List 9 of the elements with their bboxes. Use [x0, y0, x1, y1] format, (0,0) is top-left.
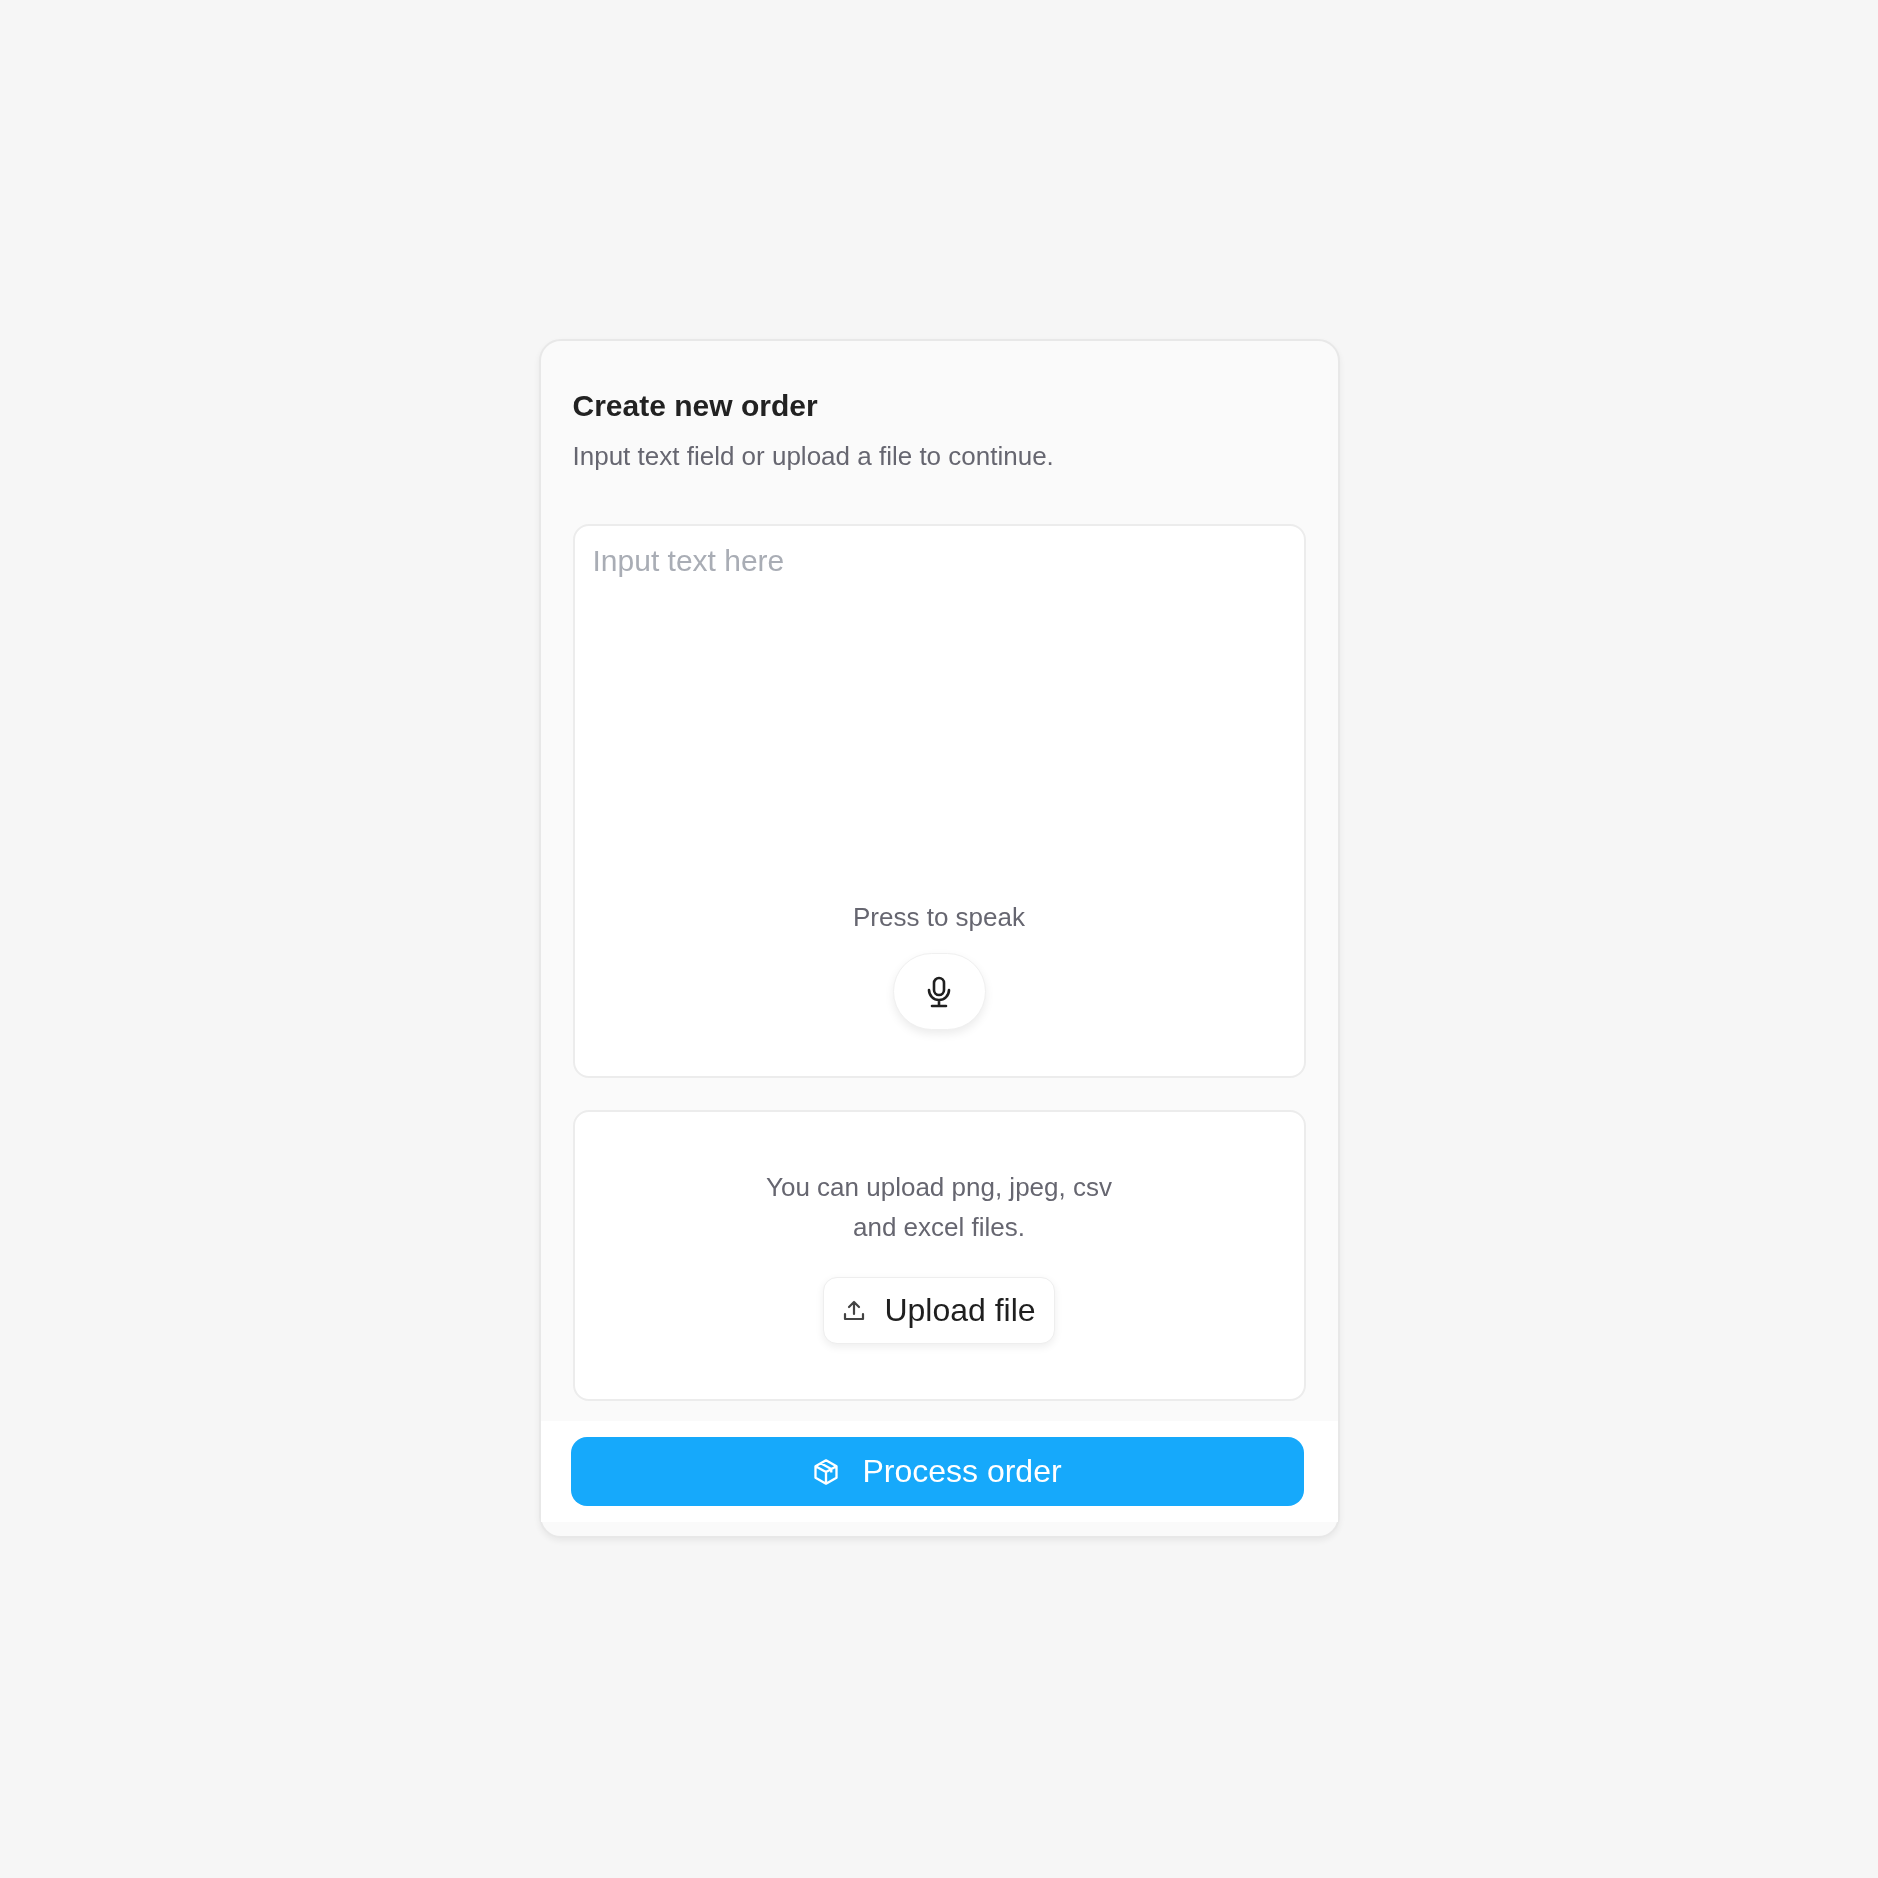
- box-icon: [812, 1457, 841, 1486]
- upload-hint: You can upload png, jpeg, csv and excel files.: [765, 1171, 1113, 1244]
- card-subtitle: Input text field or upload a file to continue.: [572, 441, 1054, 472]
- upload-file-button[interactable]: Upload file: [823, 1277, 1055, 1344]
- text-input-field[interactable]: Input text here: [574, 526, 1304, 902]
- microphone-icon: [926, 975, 952, 1008]
- speak-label: Press to speak: [853, 902, 1025, 933]
- upload-icon: [842, 1298, 867, 1323]
- card-title: Create new order: [572, 389, 818, 423]
